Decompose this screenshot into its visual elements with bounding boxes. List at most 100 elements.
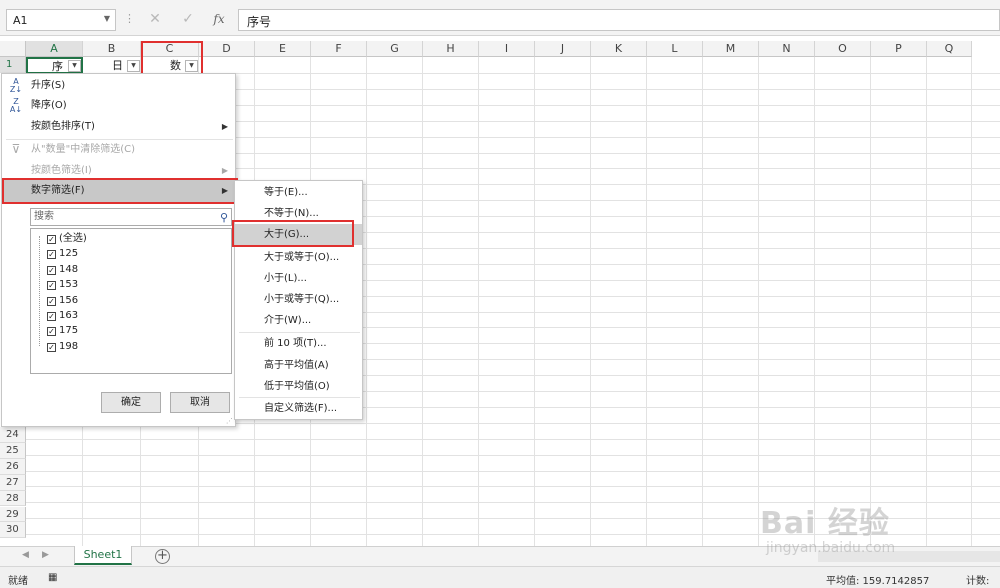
filter-value-item[interactable]: ✓ 125 (47, 246, 78, 261)
add-sheet-icon[interactable]: + (155, 549, 170, 564)
menu-sort-descending[interactable]: Z A↓ 降序(O) (2, 95, 235, 116)
filter-value-label: 175 (59, 325, 79, 337)
column-header[interactable]: G (367, 41, 423, 57)
row-header[interactable]: 28 (0, 490, 26, 507)
menu-number-filter[interactable]: 数字筛选(F) ▶ (2, 180, 235, 202)
filter-dropdown-b[interactable]: ▼ (127, 60, 140, 72)
column-header[interactable]: O (815, 41, 871, 57)
menu-filter-by-color: 按颜色筛选(I) ▶ (2, 160, 235, 181)
menu-filter-by-color-label: 按颜色筛选(I) (31, 165, 92, 176)
checkbox-checked-icon[interactable]: ✓ (47, 296, 56, 306)
row-header[interactable]: 27 (0, 474, 26, 491)
row-header[interactable]: 25 (0, 442, 26, 459)
filter-value-item[interactable]: ✓ 163 (47, 308, 78, 323)
submenu-item[interactable]: 不等于(N)... (235, 203, 362, 224)
grid-column-line (478, 57, 479, 546)
scroll-left-icon[interactable]: ◀ (22, 550, 29, 560)
column-header[interactable]: E (255, 41, 311, 57)
menu-sort-ascending[interactable]: A Z↓ 升序(S) (2, 75, 235, 96)
filter-dropdown-c[interactable]: ▼ (185, 60, 198, 72)
submenu-item[interactable]: 介于(W)... (235, 310, 362, 331)
search-icon: ⚲ (219, 211, 228, 224)
chevron-down-icon[interactable]: ▼ (104, 14, 110, 23)
column-header[interactable]: C (141, 41, 199, 57)
column-header[interactable]: H (423, 41, 479, 57)
checkbox-checked-icon[interactable]: ✓ (47, 235, 56, 244)
filter-value-list[interactable]: ✓ (全选) ✓ 125 ✓ 148 ✓ 153 ✓ 156 ✓ 163 ✓ 175 ✓ 198 (30, 228, 232, 374)
checkbox-checked-icon[interactable]: ✓ (47, 265, 56, 275)
select-all-corner[interactable] (0, 41, 26, 57)
submenu-item[interactable]: 前 10 项(T)... (235, 333, 362, 354)
filter-value-item[interactable]: ✓ 153 (47, 277, 78, 292)
row-header[interactable]: 30 (0, 522, 26, 539)
checkbox-checked-icon[interactable]: ✓ (47, 342, 56, 352)
column-header[interactable]: K (591, 41, 647, 57)
column-header[interactable]: J (535, 41, 591, 57)
filter-value-item[interactable]: ✓ 175 (47, 323, 78, 338)
submenu-item[interactable]: 大于(G)... (235, 224, 362, 245)
horizontal-scrollbar[interactable] (818, 551, 1000, 562)
filter-value-item[interactable]: ✓ (全选) (47, 231, 87, 246)
grid-row-line (26, 534, 1000, 536)
row-header[interactable]: 26 (0, 458, 26, 475)
insert-function-icon[interactable]: fx (208, 9, 230, 29)
submenu-item[interactable]: 大于或等于(O)... (235, 247, 362, 268)
filter-value-item[interactable]: ✓ 148 (47, 262, 78, 277)
filter-dropdown-a[interactable]: ▼ (68, 60, 81, 72)
filter-value-label: (全选) (59, 233, 87, 244)
column-header[interactable]: P (871, 41, 927, 57)
filter-search-input[interactable]: 搜索 ⚲ (30, 208, 232, 226)
cell-a1-text: 序 (52, 60, 63, 73)
grid-column-line (422, 57, 423, 546)
column-header[interactable]: M (703, 41, 759, 57)
scroll-right-icon[interactable]: ▶ (42, 550, 49, 560)
row-header[interactable]: 24 (0, 427, 26, 443)
column-header[interactable]: A (26, 41, 83, 57)
filter-value-item[interactable]: ✓ 156 (47, 293, 78, 308)
checkbox-checked-icon[interactable]: ✓ (47, 250, 56, 260)
status-ready: 就绪 (8, 576, 28, 587)
column-header[interactable]: I (479, 41, 535, 57)
filter-value-label: 198 (59, 340, 79, 352)
name-box[interactable]: A1 ▼ (6, 9, 116, 31)
grid-column-line (534, 57, 535, 546)
macro-record-icon[interactable]: ▦ (48, 572, 57, 583)
column-header[interactable]: D (199, 41, 255, 57)
column-header[interactable]: B (83, 41, 141, 57)
grid-column-line (870, 57, 871, 546)
cancel-button[interactable]: 取消 (170, 392, 230, 413)
column-header[interactable]: Q (927, 41, 972, 57)
checkbox-checked-icon[interactable]: ✓ (47, 312, 56, 321)
submenu-item[interactable]: 等于(E)... (235, 182, 362, 203)
menu-sort-by-color[interactable]: 按颜色排序(T) ▶ (2, 116, 235, 137)
column-header[interactable]: L (647, 41, 703, 57)
column-header[interactable]: N (759, 41, 815, 57)
submenu-item[interactable]: 小于或等于(Q)... (235, 289, 362, 310)
enter-icon[interactable]: ✓ (177, 9, 199, 29)
checkbox-checked-icon[interactable]: ✓ (47, 281, 56, 291)
tree-connector (39, 236, 45, 346)
submenu-item[interactable]: 小于(L)... (235, 268, 362, 289)
grid-column-line (702, 57, 703, 546)
submenu-item[interactable]: 自定义筛选(F)... (235, 398, 362, 419)
filter-value-label: 148 (59, 263, 79, 275)
formula-input[interactable]: 序号 (238, 9, 1000, 31)
resize-grip-icon[interactable]: ⋰ (226, 417, 233, 425)
column-header[interactable]: F (311, 41, 367, 57)
filter-search-placeholder: 搜索 (34, 211, 54, 222)
submenu-item[interactable]: 低于平均值(O) (235, 376, 362, 397)
autofilter-panel: A Z↓ 升序(S) Z A↓ 降序(O) 按颜色排序(T) ▶ ⊽ 从"数量"中清… (1, 73, 236, 427)
ok-button[interactable]: 确定 (101, 392, 161, 413)
sheet-tab-bar: ◀ ▶ Sheet1 + (0, 546, 1000, 566)
sheet-tab-sheet1[interactable]: Sheet1 (74, 546, 132, 565)
cancel-icon[interactable]: ✕ (144, 9, 166, 29)
status-count: 计数: (966, 576, 990, 587)
row-header[interactable]: 1 (0, 57, 26, 73)
grid-column-line (646, 57, 647, 546)
filter-value-item[interactable]: ✓ 198 (47, 339, 78, 354)
checkbox-checked-icon[interactable]: ✓ (47, 327, 56, 337)
clear-filter-icon: ⊽ (11, 142, 21, 156)
row-header[interactable]: 29 (0, 506, 26, 523)
more-icon: ⋮ (124, 12, 135, 25)
submenu-item[interactable]: 高于平均值(A) (235, 355, 362, 376)
